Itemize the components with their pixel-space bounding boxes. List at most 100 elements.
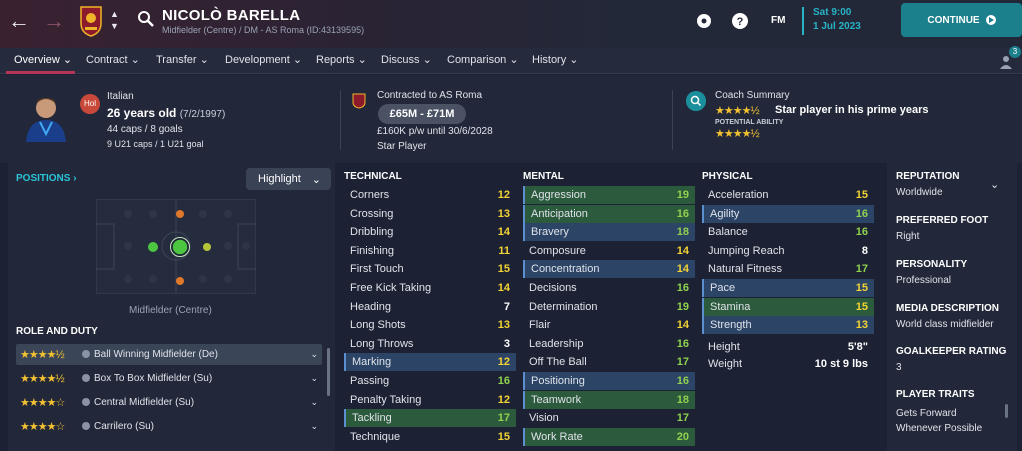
attribute-name: Determination [529, 300, 598, 313]
nationality: Italian [107, 91, 134, 102]
technical-attribute-row[interactable]: Penalty Taking 12 [344, 391, 516, 409]
mental-attribute-row[interactable]: Bravery 18 [523, 223, 695, 242]
chevron-down-icon[interactable]: ⌄ [310, 421, 322, 432]
info-icon[interactable] [82, 422, 90, 430]
technical-attribute-row[interactable]: Marking 12 [344, 353, 516, 372]
mental-attribute-row[interactable]: Off The Ball 17 [523, 353, 695, 371]
chevron-down-icon[interactable]: ▼ [110, 21, 119, 31]
technical-attribute-row[interactable]: Long Shots 13 [344, 316, 516, 334]
club-crest-icon[interactable] [79, 5, 103, 37]
physical-attribute-row[interactable]: Jumping Reach 8 [702, 242, 874, 260]
role-stars: ★★★★½ [20, 349, 65, 361]
tab-history[interactable]: History ⌄ [532, 53, 579, 66]
player-trait: Whenever Possible [896, 423, 983, 434]
physical-attribute-row[interactable]: Natural Fitness 17 [702, 260, 874, 278]
technical-attribute-row[interactable]: Passing 16 [344, 372, 516, 390]
goalkeeper-rating-value: 3 [896, 362, 902, 373]
tab-contract[interactable]: Contract ⌄ [86, 53, 140, 66]
highlight-dropdown[interactable]: Highlight ⌄ [246, 168, 331, 190]
search-icon [686, 91, 706, 111]
sidebar-scrollbar[interactable] [1005, 404, 1008, 418]
mental-attribute-row[interactable]: Decisions 16 [523, 279, 695, 297]
mental-attribute-row[interactable]: Concentration 14 [523, 260, 695, 279]
technical-attribute-row[interactable]: Finishing 11 [344, 242, 516, 260]
forward-arrow-icon[interactable]: → [43, 10, 65, 32]
top-bar: ← → ▲ ▼ NICOLÒ BARELLA Midfielder (Centr… [0, 0, 1022, 48]
fm-menu-button[interactable]: FM [771, 15, 785, 26]
attribute-value: 12 [497, 393, 510, 406]
squad-status: Star Player [377, 141, 427, 152]
role-row[interactable]: ★★★★☆ Carrilero (Su) ⌄ [16, 416, 322, 437]
mental-attribute-row[interactable]: Positioning 16 [523, 372, 695, 390]
info-icon[interactable] [82, 350, 90, 358]
caps: 44 caps / 8 goals [107, 124, 183, 135]
personality-label: PERSONALITY [896, 259, 968, 270]
info-icon[interactable] [82, 398, 90, 406]
mental-attribute-row[interactable]: Leadership 16 [523, 335, 695, 353]
technical-attribute-row[interactable]: First Touch 15 [344, 260, 516, 278]
chevron-down-icon[interactable]: ⌄ [310, 397, 322, 408]
technical-attribute-row[interactable]: Long Throws 3 [344, 335, 516, 353]
role-row[interactable]: ★★★★½ Box To Box Midfielder (Su) ⌄ [16, 368, 322, 389]
role-name: Central Midfielder (Su) [94, 397, 195, 408]
attribute-value: 12 [497, 189, 510, 201]
mental-attribute-row[interactable]: Composure 14 [523, 242, 695, 260]
back-arrow-icon[interactable]: ← [8, 10, 30, 32]
attribute-name: Off The Ball [529, 356, 587, 369]
tab-overview[interactable]: Overview ⌄ [14, 53, 72, 66]
continue-button[interactable]: CONTINUE [901, 3, 1022, 37]
physical-attribute-row[interactable]: Balance 16 [702, 223, 874, 241]
tab-discuss[interactable]: Discuss ⌄ [381, 53, 432, 66]
height-row: Height 5'8" [702, 338, 874, 356]
technical-attribute-row[interactable]: Free Kick Taking 14 [344, 279, 516, 297]
physical-attribute-row[interactable]: Agility 16 [702, 204, 874, 223]
ball-icon[interactable] [695, 12, 713, 30]
tab-development[interactable]: Development ⌄ [225, 53, 302, 66]
mental-attribute-row[interactable]: Vision 17 [523, 409, 695, 427]
role-row[interactable]: ★★★★½ Ball Winning Midfielder (De) ⌄ [16, 344, 322, 365]
help-icon[interactable]: ? [731, 12, 749, 30]
physical-attribute-row[interactable]: Strength 13 [702, 316, 874, 335]
attribute-name: Jumping Reach [708, 244, 785, 257]
mental-attribute-row[interactable]: Determination 19 [523, 298, 695, 316]
positions-link[interactable]: POSITIONS › [16, 173, 77, 184]
attribute-value: 18 [676, 393, 689, 406]
technical-attribute-row[interactable]: Tackling 17 [344, 409, 516, 428]
coach-summary: Star player in his prime years [775, 104, 929, 116]
transfer-value[interactable]: £65M - £71M [378, 104, 466, 124]
chevron-up-icon[interactable]: ▲ [110, 9, 119, 19]
potential-ability-stars: ★★★★½ [715, 128, 760, 140]
technical-attribute-row[interactable]: Technique 15 [344, 428, 516, 446]
technical-attribute-row[interactable]: Dribbling 14 [344, 223, 516, 241]
attribute-value: 7 [503, 300, 510, 313]
mental-attribute-row[interactable]: Teamwork 18 [523, 390, 695, 409]
age: 26 years old [107, 106, 177, 120]
mental-attribute-row[interactable]: Work Rate 20 [523, 427, 695, 446]
info-icon[interactable] [82, 374, 90, 382]
physical-attribute-row[interactable]: Stamina 15 [702, 297, 874, 316]
mental-attribute-row[interactable]: Flair 14 [523, 316, 695, 334]
chevron-down-icon[interactable]: ⌄ [310, 349, 322, 360]
physical-attribute-row[interactable]: Pace 15 [702, 279, 874, 297]
mental-attribute-row[interactable]: Aggression 19 [523, 186, 695, 204]
tab-reports[interactable]: Reports ⌄ [316, 53, 367, 66]
attribute-name: Natural Fitness [708, 263, 782, 276]
roles-scrollbar[interactable] [327, 348, 330, 396]
chevron-down-icon[interactable]: ⌄ [990, 178, 999, 191]
attribute-name: Finishing [350, 244, 395, 257]
chevron-down-icon[interactable]: ⌄ [310, 373, 322, 384]
tab-comparison[interactable]: Comparison ⌄ [447, 53, 519, 66]
physical-attribute-row[interactable]: Acceleration 15 [702, 186, 874, 204]
technical-attribute-row[interactable]: Corners 12 [344, 186, 516, 204]
technical-attribute-row[interactable]: Crossing 13 [344, 205, 516, 223]
search-icon[interactable] [137, 10, 155, 28]
attribute-name: Aggression [531, 189, 587, 201]
height-label: Height [708, 341, 740, 353]
date-divider [802, 7, 804, 35]
tab-transfer[interactable]: Transfer ⌄ [156, 53, 209, 66]
technical-attribute-row[interactable]: Heading 7 [344, 298, 516, 316]
preferred-foot-value: Right [896, 231, 920, 242]
role-row[interactable]: ★★★★☆ Central Midfielder (Su) ⌄ [16, 392, 322, 413]
attribute-name: Technique [350, 430, 401, 443]
mental-attribute-row[interactable]: Anticipation 16 [523, 204, 695, 223]
